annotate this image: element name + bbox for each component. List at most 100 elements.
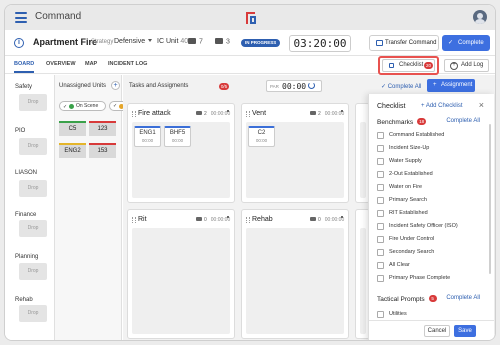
role-rehab-drop[interactable]: Drop xyxy=(19,305,47,322)
checklist-item[interactable]: Incident Size-Up xyxy=(377,145,429,152)
task-units: 0 xyxy=(204,217,207,223)
task-dropzone[interactable] xyxy=(246,228,344,334)
task-card-vent[interactable]: Vent 2 00:00:00 C2 00:00 xyxy=(241,103,349,203)
unit-chip-name: BHF5 xyxy=(169,130,186,136)
checklist-panel: Checklist + Add Checklist × Benchmarks 18… xyxy=(368,94,494,340)
task-icon xyxy=(215,38,223,44)
truck-icon xyxy=(196,217,202,221)
role-planning-drop[interactable]: Drop xyxy=(19,263,47,280)
refresh-icon[interactable] xyxy=(308,82,315,89)
on-scene-filter[interactable]: ✓ On Scene xyxy=(59,101,106,111)
checklist-item[interactable]: Command Established xyxy=(377,132,444,139)
role-sidebar: Safety Drop PIO Drop LIASON Drop Finance… xyxy=(5,75,51,340)
task-dropzone[interactable] xyxy=(132,228,230,334)
task-name: Rit xyxy=(132,216,147,223)
units-count-value: 7 xyxy=(199,38,203,46)
checklist-item[interactable]: Fire Under Control xyxy=(377,236,434,243)
unit-chip-bhf5[interactable]: BHF5 00:00 xyxy=(164,126,191,147)
tab-map[interactable]: MAP xyxy=(85,61,97,67)
truck-icon xyxy=(310,217,316,221)
info-icon[interactable]: i xyxy=(14,38,24,48)
checklist-item[interactable]: RIT Established xyxy=(377,210,428,217)
task-card-rit[interactable]: Rit 0 00:00:00 xyxy=(127,209,235,339)
close-icon[interactable]: × xyxy=(479,100,484,110)
unit-chip-name: ENG1 xyxy=(139,130,156,136)
checklist-item[interactable]: Water Supply xyxy=(377,158,422,165)
save-button[interactable]: Save xyxy=(454,325,476,337)
role-safety-label: Safety xyxy=(15,84,33,90)
logo-icon xyxy=(246,12,256,24)
user-avatar[interactable] xyxy=(473,10,487,24)
chevron-down-icon xyxy=(148,39,153,42)
ic-unit-label: IC Unit xyxy=(157,38,179,45)
complete-button[interactable]: Complete xyxy=(442,35,490,51)
add-assignment-button[interactable]: Assignment xyxy=(427,79,475,92)
unit-card-153[interactable]: 153 xyxy=(89,143,116,158)
par-label: PAR xyxy=(270,84,279,89)
role-pio-drop[interactable]: Drop xyxy=(19,138,47,155)
benchmarks-complete-all-button[interactable]: Complete All xyxy=(446,118,480,124)
checklist-item[interactable]: Water on Fire xyxy=(377,184,422,191)
role-finance-drop[interactable]: Drop xyxy=(19,220,47,237)
truck-icon xyxy=(310,111,316,115)
filter-chip-partial[interactable]: ✓ xyxy=(109,101,124,111)
task-dropzone xyxy=(360,122,366,198)
truck-icon xyxy=(196,111,202,115)
role-finance-label: Finance xyxy=(15,212,37,218)
checklist-item[interactable]: Primary Search xyxy=(377,197,427,204)
task-meta: 2 00:00:00 xyxy=(196,111,230,117)
tactical-prompts-label: Tactical Prompts xyxy=(377,296,425,303)
menu-icon[interactable] xyxy=(15,12,27,23)
tab-board[interactable]: BOARD xyxy=(14,61,35,73)
unit-card-c5[interactable]: C5 xyxy=(59,121,86,136)
task-name: Rehab xyxy=(246,216,273,223)
cancel-button[interactable]: Cancel xyxy=(424,325,450,337)
units-count: 7 xyxy=(188,38,203,46)
transfer-command-button[interactable]: Transfer Command xyxy=(369,35,439,51)
checklist-item[interactable]: Incident Safety Officer (ISO) xyxy=(377,223,458,230)
tab-incident-log[interactable]: INCIDENT LOG xyxy=(108,61,147,67)
task-name: Fire attack xyxy=(132,110,171,117)
task-units: 0 xyxy=(318,217,321,223)
role-liason-drop[interactable]: Drop xyxy=(19,180,47,197)
par-value: 00:00 xyxy=(282,82,307,91)
top-bar: Command xyxy=(5,5,495,30)
checklist-item[interactable]: Utilities xyxy=(377,311,407,318)
tab-overview[interactable]: OVERVIEW xyxy=(46,61,76,67)
more-options-icon[interactable] xyxy=(341,110,343,117)
unit-card-eng2[interactable]: ENG2 xyxy=(59,143,86,158)
task-dropzone xyxy=(360,228,366,334)
ic-unit: IC Unit 401 xyxy=(157,38,192,45)
checklist-item[interactable]: All Clear xyxy=(377,262,410,269)
complete-all-tasks-label: Complete All xyxy=(387,84,422,90)
more-options-icon[interactable] xyxy=(341,216,343,223)
tasks-count-value: 3 xyxy=(226,38,230,46)
unit-chip-c2[interactable]: C2 00:00 xyxy=(248,126,275,147)
checklist-item[interactable]: Primary Phase Complete xyxy=(377,275,450,282)
status-dot-green xyxy=(69,103,74,109)
role-safety-drop[interactable]: Drop xyxy=(19,94,47,111)
task-units: 2 xyxy=(318,111,321,117)
unit-card-123[interactable]: 123 xyxy=(89,121,116,136)
add-unit-button[interactable]: + xyxy=(111,81,120,90)
tactical-complete-all-button[interactable]: Complete All xyxy=(446,295,480,301)
strategy-select[interactable]: Defensive xyxy=(114,38,153,45)
status-badge: IN PROGRESS xyxy=(241,39,281,47)
benchmarks-header: Benchmarks 18 xyxy=(377,118,427,126)
unit-chip-eng1[interactable]: ENG1 00:00 xyxy=(134,126,161,147)
add-log-button[interactable]: Add Log xyxy=(444,59,489,72)
more-options-icon[interactable] xyxy=(227,110,229,117)
task-card-rehab[interactable]: Rehab 0 00:00:00 xyxy=(241,209,349,339)
tasks-progress-badge: 0/5 xyxy=(219,83,229,90)
checklist-item[interactable]: Secondary Search xyxy=(377,249,434,256)
tactical-count-badge: 5 xyxy=(428,295,437,302)
more-options-icon[interactable] xyxy=(227,216,229,223)
add-checklist-button[interactable]: + Add Checklist xyxy=(421,103,463,109)
complete-all-tasks-button[interactable]: ✓ Complete All xyxy=(381,83,421,90)
checklist-item[interactable]: 2-Out Established xyxy=(377,171,433,178)
task-card-fire-attack[interactable]: Fire attack 2 00:00:00 ENG1 00:00 BHF5 00:0… xyxy=(127,103,235,203)
add-checklist-label: Add Checklist xyxy=(425,103,463,109)
incident-timer: 03:20:00 xyxy=(289,35,351,52)
scrollbar[interactable] xyxy=(489,124,491,274)
check-icon: ✓ xyxy=(63,104,68,110)
